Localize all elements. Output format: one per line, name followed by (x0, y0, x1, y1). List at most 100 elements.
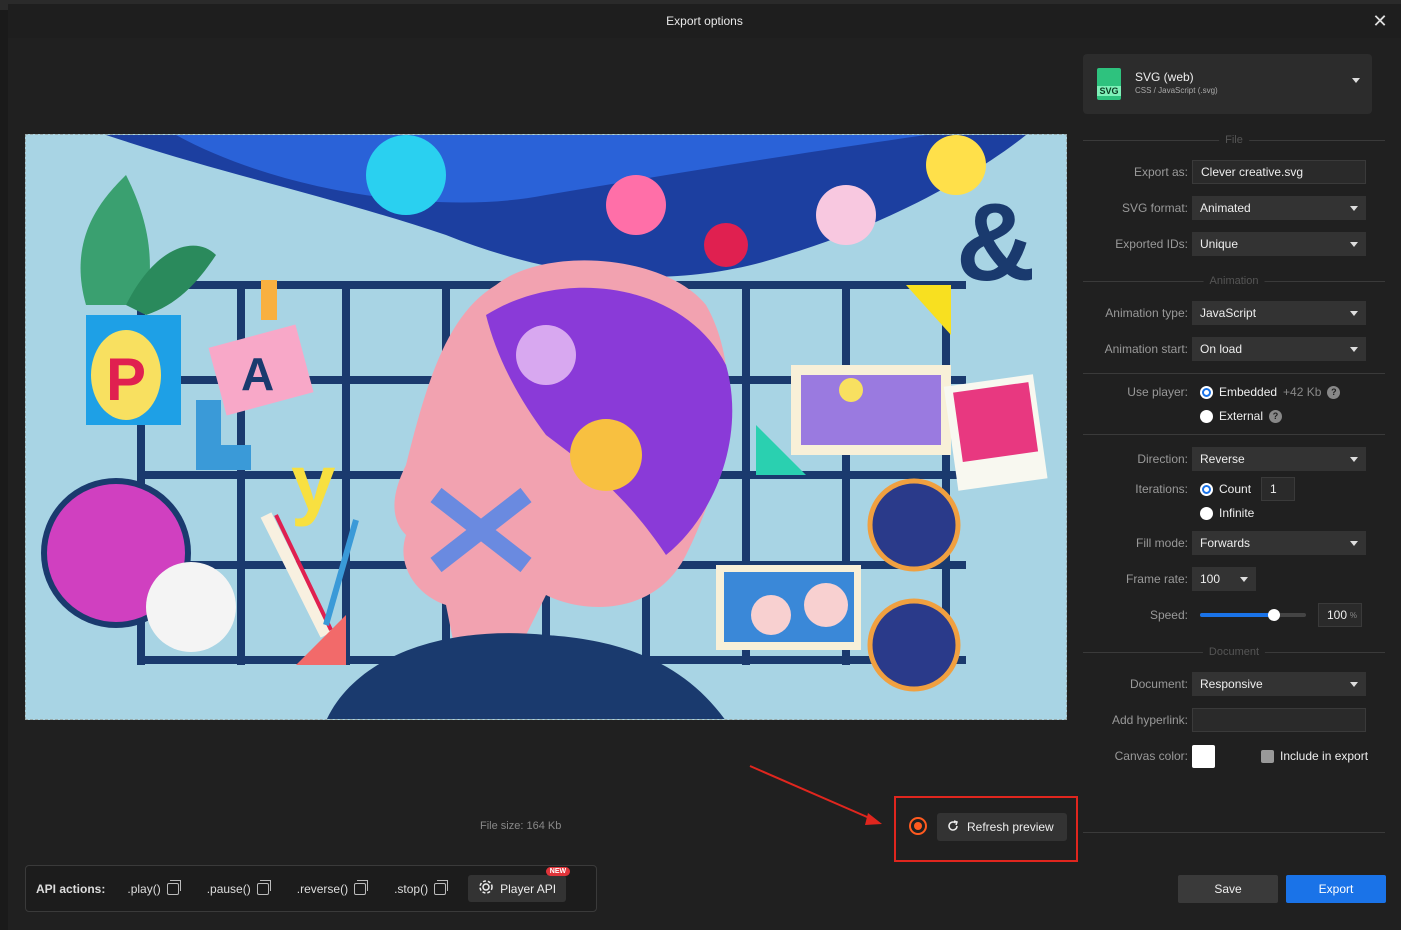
speed-slider-knob[interactable] (1268, 609, 1281, 621)
chevron-down-icon (1350, 457, 1358, 462)
hyperlink-input[interactable] (1192, 708, 1366, 732)
iterations-row: Iterations: Count 1 (1083, 477, 1385, 501)
include-in-export-checkbox[interactable] (1261, 749, 1274, 763)
animation-start-row: Animation start: On load (1083, 331, 1385, 367)
api-play-action[interactable]: .play() (127, 879, 181, 896)
animation-type-select[interactable]: JavaScript (1192, 301, 1366, 325)
format-name: SVG (web) (1135, 70, 1194, 84)
svg-format-value: Animated (1200, 201, 1251, 215)
frame-rate-value: 100 (1200, 572, 1221, 586)
chevron-down-icon (1350, 347, 1358, 352)
animation-start-value: On load (1200, 342, 1243, 356)
api-actions-label: API actions: (36, 881, 106, 896)
infinite-radio[interactable] (1200, 506, 1213, 520)
hyperlink-label: Add hyperlink: (1111, 713, 1188, 727)
speed-slider[interactable] (1200, 608, 1306, 622)
speed-slider-fill (1200, 613, 1275, 617)
export-button[interactable]: Export (1286, 875, 1386, 903)
copy-icon[interactable] (354, 879, 369, 895)
count-input[interactable]: 1 (1261, 477, 1296, 501)
section-document-label: Document (1202, 646, 1266, 658)
chevron-down-icon (1350, 242, 1358, 247)
animation-type-label: Animation type: (1105, 306, 1188, 320)
document-row: Document: Responsive (1083, 666, 1385, 702)
export-as-label: Export as: (1133, 165, 1188, 179)
animation-type-row: Animation type: JavaScript (1083, 295, 1385, 331)
frame-rate-row: Frame rate: 100 (1083, 561, 1385, 597)
document-value: Responsive (1200, 677, 1263, 691)
api-stop-action[interactable]: .stop() (394, 879, 449, 896)
exported-ids-label: Exported IDs: (1115, 237, 1188, 251)
section-animation-label: Animation (1203, 275, 1265, 287)
player-api-label: Player API (500, 881, 557, 896)
infinite-option[interactable]: Infinite (1200, 506, 1254, 520)
fill-mode-label: Fill mode: (1135, 536, 1188, 550)
api-actions-bar: API actions: .play() .pause() .reverse()… (25, 865, 597, 912)
copy-icon[interactable] (166, 879, 181, 895)
copy-icon[interactable] (434, 879, 449, 895)
svg-format-row: SVG format: Animated (1083, 190, 1385, 226)
api-pause-label: .pause() (206, 881, 251, 896)
external-row: External ? (1083, 404, 1385, 428)
help-icon[interactable]: ? (1327, 385, 1341, 399)
direction-select[interactable]: Reverse (1192, 447, 1366, 471)
export-dialog: Export options ✕ P A y & File size: 164 … (8, 4, 1401, 930)
api-reverse-action[interactable]: .reverse() (296, 879, 369, 896)
copy-icon[interactable] (256, 879, 271, 895)
divider (1083, 832, 1385, 833)
infinite-row: Infinite (1083, 501, 1385, 525)
api-pause-action[interactable]: .pause() (206, 879, 271, 896)
api-stop-label: .stop() (394, 881, 429, 896)
external-radio[interactable] (1200, 409, 1213, 423)
section-file: File (1083, 128, 1385, 154)
speed-row: Speed: 100 % (1083, 597, 1385, 633)
canvas-color-swatch[interactable] (1192, 744, 1215, 768)
format-selector[interactable]: SVG SVG (web) CSS / JavaScript (.svg) (1083, 54, 1372, 114)
count-radio[interactable] (1200, 482, 1213, 496)
embedded-radio[interactable] (1200, 385, 1213, 399)
chevron-down-icon (1350, 311, 1358, 316)
svg-file-icon: SVG (1097, 68, 1121, 100)
divider (1083, 373, 1385, 374)
help-icon[interactable]: ? (1269, 409, 1283, 423)
chevron-down-icon (1352, 78, 1360, 83)
svg-format-select[interactable]: Animated (1192, 196, 1366, 220)
chevron-down-icon (1350, 206, 1358, 211)
api-play-label: .play() (127, 881, 161, 896)
iterations-label: Iterations: (1135, 482, 1188, 496)
exported-ids-row: Exported IDs: Unique (1083, 226, 1385, 262)
document-select[interactable]: Responsive (1192, 672, 1366, 696)
animation-start-select[interactable]: On load (1192, 337, 1366, 361)
infinite-label: Infinite (1219, 506, 1255, 520)
canvas-color-row: Canvas color: Include in export (1083, 738, 1385, 774)
new-badge: NEW (545, 867, 571, 876)
document-label: Document: (1129, 677, 1188, 691)
speed-unit: % (1349, 610, 1357, 620)
frame-rate-label: Frame rate: (1125, 572, 1188, 586)
embedded-size: +42 Kb (1283, 385, 1322, 399)
external-option[interactable]: External ? (1200, 409, 1283, 423)
frame-rate-select[interactable]: 100 (1192, 567, 1256, 591)
speed-input[interactable]: 100 % (1318, 603, 1362, 627)
divider (1083, 434, 1385, 435)
fill-mode-select[interactable]: Forwards (1192, 531, 1366, 555)
direction-row: Direction: Reverse (1083, 441, 1385, 477)
count-label: Count (1219, 482, 1252, 496)
gear-icon (478, 879, 494, 898)
include-in-export-option[interactable]: Include in export (1261, 749, 1368, 763)
embedded-label: Embedded (1219, 385, 1278, 399)
section-document: Document (1083, 640, 1385, 666)
chevron-down-icon (1350, 682, 1358, 687)
api-reverse-label: .reverse() (296, 881, 349, 896)
svg-format-label: SVG format: (1121, 201, 1188, 215)
export-as-input[interactable]: Clever creative.svg (1192, 160, 1366, 184)
player-api-button[interactable]: Player API NEW (468, 867, 571, 902)
count-option[interactable]: Count (1200, 482, 1251, 496)
direction-label: Direction: (1137, 452, 1188, 466)
embedded-option[interactable]: Embedded +42 Kb ? (1200, 385, 1341, 399)
exported-ids-select[interactable]: Unique (1192, 232, 1366, 256)
save-button[interactable]: Save (1178, 875, 1278, 903)
exported-ids-value: Unique (1200, 237, 1239, 251)
include-in-export-label: Include in export (1280, 749, 1369, 763)
export-settings-panel: SVG SVG (web) CSS / JavaScript (.svg) Fi… (1083, 54, 1385, 839)
